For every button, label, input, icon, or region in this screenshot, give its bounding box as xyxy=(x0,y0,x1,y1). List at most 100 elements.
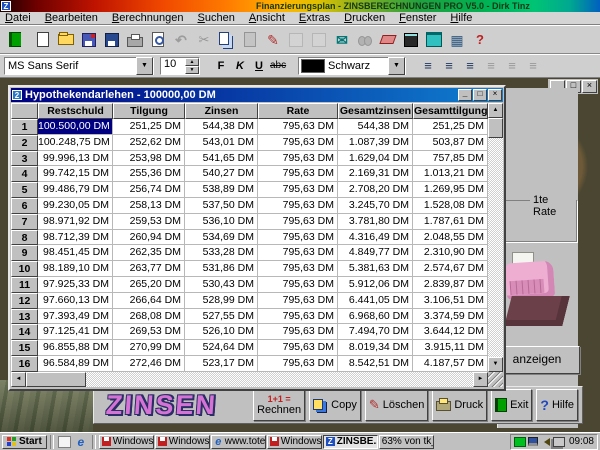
cell[interactable]: 2.574,67 DM xyxy=(413,261,488,277)
cell[interactable]: 263,77 DM xyxy=(113,261,185,277)
cell[interactable]: 270,99 DM xyxy=(113,340,185,356)
row-number[interactable]: 15 xyxy=(11,340,38,356)
cell[interactable]: 795,63 DM xyxy=(258,151,338,167)
menu-fenster[interactable]: Fenster xyxy=(399,12,436,24)
bold-button[interactable]: F xyxy=(212,57,230,75)
row-number[interactable]: 5 xyxy=(11,182,38,198)
cell[interactable]: 5.381,63 DM xyxy=(338,261,413,277)
row-number[interactable]: 11 xyxy=(11,277,38,293)
cell[interactable]: 3.781,80 DM xyxy=(338,214,413,230)
cell[interactable]: 4.849,77 DM xyxy=(338,245,413,261)
cell[interactable]: 8.019,34 DM xyxy=(338,340,413,356)
cell[interactable]: 1.787,61 DM xyxy=(413,214,488,230)
display-settings-icon[interactable] xyxy=(528,437,538,446)
scroll-right-icon[interactable]: ► xyxy=(473,372,488,387)
table-window-titlebar[interactable]: 2 Hypothekendarlehen - 100000,00 DM _ □ … xyxy=(11,88,503,102)
corner-header[interactable] xyxy=(11,103,38,119)
cell[interactable]: 503,87 DM xyxy=(413,135,488,151)
spin-down-icon[interactable]: ▼ xyxy=(185,66,199,74)
cell[interactable]: 4.187,57 DM xyxy=(413,356,488,372)
cell[interactable]: 3.106,51 DM xyxy=(413,293,488,309)
cell[interactable]: 251,25 DM xyxy=(113,119,185,135)
cell[interactable]: 266,64 DM xyxy=(113,293,185,309)
menu-berechnungen[interactable]: Berechnungen xyxy=(112,12,184,24)
scroll-down-icon[interactable]: ▼ xyxy=(488,357,503,372)
cell[interactable]: 530,43 DM xyxy=(185,277,258,293)
rechnen-button[interactable]: 1+1 =Rechnen xyxy=(253,389,305,421)
anzeigen-button[interactable]: anzeigen xyxy=(494,346,580,374)
cell[interactable]: 538,89 DM xyxy=(185,182,258,198)
print-icon[interactable] xyxy=(124,29,146,51)
align-right-button[interactable]: ≡ xyxy=(460,57,480,75)
vertical-scroll-thumb[interactable] xyxy=(488,118,503,138)
taskbar-task[interactable]: Windows C... xyxy=(155,435,210,449)
cell[interactable]: 1.629,04 DM xyxy=(338,151,413,167)
align-center-button[interactable]: ≡ xyxy=(439,57,459,75)
druck-button[interactable]: Druck xyxy=(432,389,487,421)
taskbar-task[interactable]: 63% von tk_do... xyxy=(379,435,434,449)
cell[interactable]: 2.048,55 DM xyxy=(413,230,488,246)
cell[interactable]: 537,50 DM xyxy=(185,198,258,214)
menu-suchen[interactable]: Suchen xyxy=(198,12,235,24)
cell[interactable]: 100.248,75 DM xyxy=(38,135,113,151)
cell[interactable]: 4.316,49 DM xyxy=(338,230,413,246)
tray-status-icon[interactable] xyxy=(514,437,526,447)
taskbar-task[interactable]: Windows C... xyxy=(99,435,154,449)
cell[interactable]: 2.708,20 DM xyxy=(338,182,413,198)
erase-icon[interactable] xyxy=(377,29,399,51)
cell[interactable]: 98.451,45 DM xyxy=(38,245,113,261)
cell[interactable]: 96.855,88 DM xyxy=(38,340,113,356)
cell[interactable]: 3.374,59 DM xyxy=(413,309,488,325)
horizontal-scroll-thumb[interactable] xyxy=(26,372,86,387)
cell[interactable]: 795,63 DM xyxy=(258,198,338,214)
italic-button[interactable]: K xyxy=(231,57,249,75)
copy-icon[interactable] xyxy=(216,29,238,51)
cell[interactable]: 255,36 DM xyxy=(113,166,185,182)
cell[interactable]: 795,63 DM xyxy=(258,135,338,151)
table-icon[interactable]: ▦ xyxy=(446,29,468,51)
cell[interactable]: 1.269,95 DM xyxy=(413,182,488,198)
cell[interactable]: 5.912,06 DM xyxy=(338,277,413,293)
cell[interactable]: 543,01 DM xyxy=(185,135,258,151)
cell[interactable]: 526,10 DM xyxy=(185,324,258,340)
internet-explorer-icon[interactable]: e xyxy=(74,435,88,448)
cell[interactable]: 99.486,79 DM xyxy=(38,182,113,198)
start-button[interactable]: Start xyxy=(2,435,47,449)
cell[interactable]: 268,08 DM xyxy=(113,309,185,325)
exit-icon[interactable] xyxy=(4,29,26,51)
column-header[interactable]: Zinsen xyxy=(185,103,258,119)
align-left-button[interactable]: ≡ xyxy=(418,57,438,75)
chevron-down-icon[interactable]: ▼ xyxy=(388,57,405,75)
cell[interactable]: 524,64 DM xyxy=(185,340,258,356)
cell[interactable]: 97.660,13 DM xyxy=(38,293,113,309)
column-header[interactable]: Gesamttilgung xyxy=(413,103,488,119)
cell[interactable]: 100.500,00 DM xyxy=(38,119,113,135)
cell[interactable]: 7.494,70 DM xyxy=(338,324,413,340)
cell[interactable]: 3.245,70 DM xyxy=(338,198,413,214)
cell[interactable]: 6.968,60 DM xyxy=(338,309,413,325)
cell[interactable]: 251,25 DM xyxy=(413,119,488,135)
cell[interactable]: 795,63 DM xyxy=(258,277,338,293)
spin-up-icon[interactable]: ▲ xyxy=(185,58,199,66)
column-header[interactable]: Rate xyxy=(258,103,338,119)
calculator-icon[interactable] xyxy=(400,29,422,51)
cell[interactable]: 544,38 DM xyxy=(338,119,413,135)
cell[interactable]: 544,38 DM xyxy=(185,119,258,135)
row-number[interactable]: 12 xyxy=(11,293,38,309)
help-icon[interactable]: ? xyxy=(469,29,491,51)
row-number[interactable]: 4 xyxy=(11,166,38,182)
cell[interactable]: 1.528,08 DM xyxy=(413,198,488,214)
cell[interactable]: 795,63 DM xyxy=(258,261,338,277)
vertical-scrollbar[interactable]: ▲ ▼ xyxy=(488,103,503,372)
cell[interactable]: 795,63 DM xyxy=(258,230,338,246)
scroll-up-icon[interactable]: ▲ xyxy=(488,103,503,118)
close-icon[interactable]: × xyxy=(582,80,597,93)
cell[interactable]: 531,86 DM xyxy=(185,261,258,277)
strikethrough-button[interactable]: abc xyxy=(269,57,287,75)
cell[interactable]: 1.087,39 DM xyxy=(338,135,413,151)
cell[interactable]: 540,27 DM xyxy=(185,166,258,182)
cell[interactable]: 795,63 DM xyxy=(258,340,338,356)
column-header[interactable]: Restschuld xyxy=(38,103,113,119)
menu-datei[interactable]: Datei xyxy=(5,12,31,24)
chevron-down-icon[interactable]: ▼ xyxy=(136,57,153,75)
